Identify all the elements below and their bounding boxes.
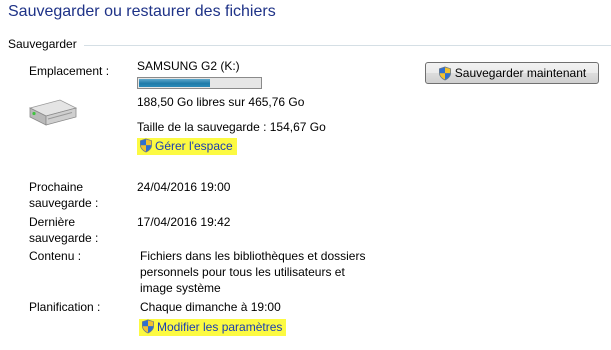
backup-size-text: Taille de la sauvegarde : 154,67 Go [137, 120, 326, 134]
section-label: Sauvegarder [8, 37, 77, 51]
location-label: Emplacement : [29, 64, 110, 78]
contents-value: Fichiers dans les bibliothèques et dossi… [140, 249, 366, 295]
contents-label: Contenu : [29, 249, 82, 263]
uac-shield-icon [142, 319, 154, 334]
schedule-value: Chaque dimanche à 19:00 [140, 300, 281, 314]
last-backup-value: 17/04/2016 19:42 [137, 215, 231, 229]
page-title: Sauvegarder ou restaurer des fichiers [8, 3, 276, 20]
manage-space-link[interactable]: Gérer l'espace [137, 138, 237, 155]
location-value: SAMSUNG G2 (K:) [137, 59, 240, 73]
hard-drive-icon [28, 99, 78, 126]
change-settings-link[interactable]: Modifier les paramètres [139, 319, 287, 336]
disk-usage-fill [139, 79, 211, 87]
uac-shield-icon [140, 138, 152, 153]
backup-now-button[interactable]: Sauvegarder maintenant [425, 62, 599, 84]
schedule-label: Planification : [29, 300, 101, 314]
manage-space-link-label: Gérer l'espace [155, 139, 233, 153]
uac-shield-icon [438, 66, 451, 80]
change-settings-link-label: Modifier les paramètres [157, 320, 283, 334]
next-backup-label: Prochaine sauvegarde : [29, 180, 99, 210]
next-backup-value: 24/04/2016 19:00 [137, 180, 231, 194]
disk-usage-bar [137, 77, 262, 89]
free-space-text: 188,50 Go libres sur 465,76 Go [137, 95, 305, 109]
backup-now-button-label: Sauvegarder maintenant [454, 66, 587, 80]
last-backup-label: Dernière sauvegarde : [29, 215, 99, 245]
section-divider [84, 45, 611, 46]
